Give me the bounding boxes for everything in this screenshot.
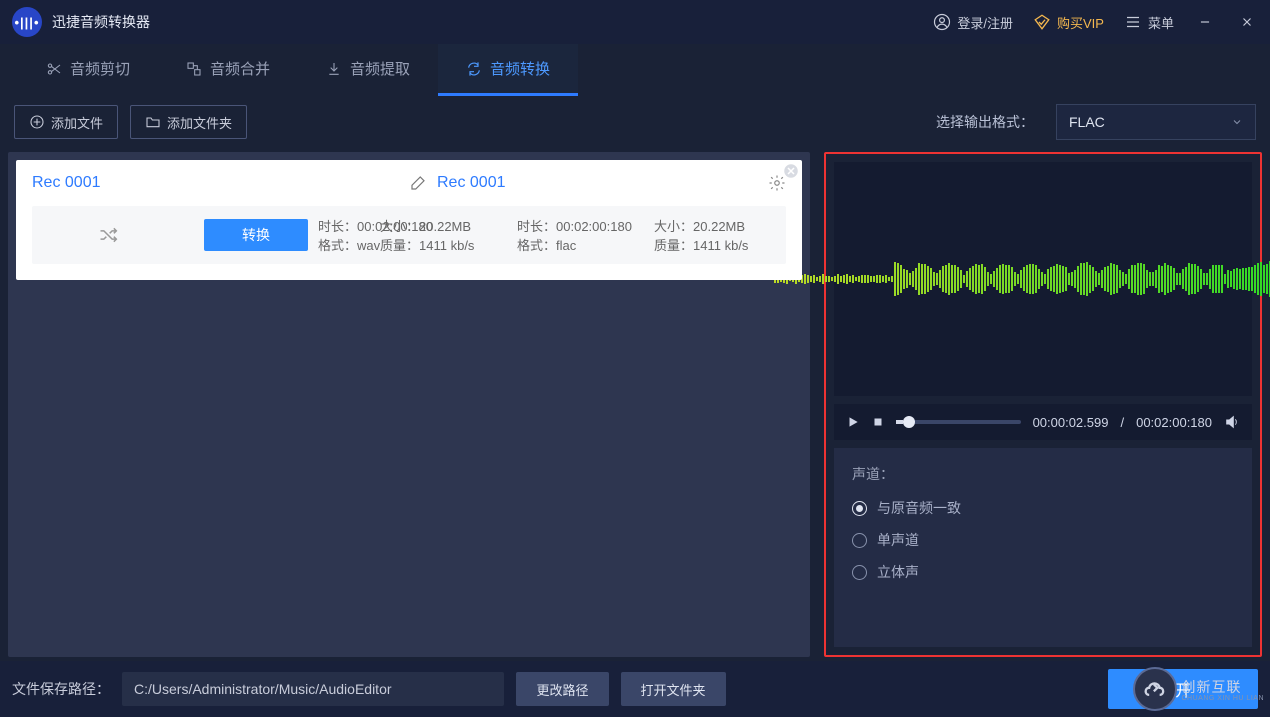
add-folder-label: 添加文件夹 [167, 113, 232, 132]
output-format-label: 选择输出格式： [936, 112, 1034, 132]
plus-circle-icon [29, 114, 45, 130]
src-format: 格式：wav [318, 235, 370, 254]
add-file-button[interactable]: 添加文件 [14, 105, 118, 139]
add-folder-button[interactable]: 添加文件夹 [130, 105, 247, 139]
tab-label: 音频转换 [490, 58, 550, 79]
open-folder-label: 打开文件夹 [641, 680, 706, 699]
minimize-button[interactable] [1194, 11, 1216, 33]
output-format-value: FLAC [1069, 114, 1105, 130]
tab-audio-cut[interactable]: 音频剪切 [18, 44, 158, 96]
play-button[interactable] [846, 415, 860, 429]
start-label: 开 [1175, 677, 1191, 701]
scissors-icon [46, 61, 62, 77]
login-link[interactable]: 登录/注册 [933, 13, 1013, 32]
volume-icon[interactable] [1224, 414, 1240, 430]
channel-title: 声道： [852, 464, 1234, 484]
dst-size: 大小：20.22MB [654, 216, 774, 235]
login-label: 登录/注册 [957, 13, 1013, 32]
menu-label: 菜单 [1148, 13, 1174, 32]
file-card: Rec 0001 Rec 0001 时长：00:02:00:180 大小：20.… [16, 160, 802, 280]
edit-icon[interactable] [409, 174, 427, 192]
time-current: 00:00:02.599 [1033, 415, 1109, 430]
radio-stereo[interactable]: 立体声 [852, 562, 1234, 582]
vip-link[interactable]: 购买VIP [1033, 13, 1104, 32]
chevron-down-icon [1231, 116, 1243, 128]
convert-button[interactable]: 转换 [204, 219, 308, 251]
dst-duration: 时长：00:02:00:180 [517, 216, 644, 235]
radio-label: 与原音频一致 [877, 498, 961, 518]
add-file-label: 添加文件 [51, 113, 103, 132]
change-path-button[interactable]: 更改路径 [516, 672, 608, 706]
shuffle-icon[interactable] [98, 225, 118, 245]
close-button[interactable] [1236, 11, 1258, 33]
src-quality: 质量：1411 kb/s [380, 235, 507, 254]
stop-button[interactable] [872, 416, 884, 428]
output-format-select[interactable]: FLAC [1056, 104, 1256, 140]
target-filename: Rec 0001 [437, 174, 506, 192]
merge-icon [186, 61, 202, 77]
time-total: 00:02:00:180 [1136, 415, 1212, 430]
menu-icon [1124, 13, 1142, 31]
open-folder-button[interactable]: 打开文件夹 [621, 672, 726, 706]
tab-label: 音频合并 [210, 58, 270, 79]
start-button[interactable]: 开 [1108, 669, 1258, 709]
app-title: 迅捷音频转换器 [52, 12, 150, 32]
tab-audio-merge[interactable]: 音频合并 [158, 44, 298, 96]
radio-mono[interactable]: 单声道 [852, 530, 1234, 550]
tab-audio-convert[interactable]: 音频转换 [438, 44, 578, 96]
time-sep: / [1120, 415, 1124, 430]
seek-slider[interactable] [896, 420, 1021, 424]
src-size: 大小：20.22MB [380, 216, 507, 235]
tab-label: 音频剪切 [70, 58, 130, 79]
waveform-display [834, 162, 1252, 396]
src-duration: 时长：00:02:00:180 [318, 216, 370, 235]
change-path-label: 更改路径 [536, 680, 588, 699]
dst-quality: 质量：1411 kb/s [654, 235, 774, 254]
radio-label: 单声道 [877, 530, 919, 550]
folder-icon [145, 114, 161, 130]
tab-audio-extract[interactable]: 音频提取 [298, 44, 438, 96]
save-path-input[interactable] [122, 672, 504, 706]
app-logo: •|||• [12, 7, 42, 37]
dst-format: 格式：flac [517, 235, 644, 254]
source-filename: Rec 0001 [32, 174, 101, 191]
gear-icon[interactable] [768, 174, 786, 192]
radio-label: 立体声 [877, 562, 919, 582]
save-path-label: 文件保存路径： [12, 679, 110, 699]
file-list: Rec 0001 Rec 0001 时长：00:02:00:180 大小：20.… [8, 152, 810, 657]
convert-icon [466, 61, 482, 77]
tab-label: 音频提取 [350, 58, 410, 79]
extract-icon [326, 61, 342, 77]
vip-icon [1033, 13, 1051, 31]
vip-label: 购买VIP [1057, 13, 1104, 32]
radio-same-as-source[interactable]: 与原音频一致 [852, 498, 1234, 518]
user-icon [933, 13, 951, 31]
convert-label: 转换 [242, 225, 270, 245]
menu-button[interactable]: 菜单 [1124, 13, 1174, 32]
